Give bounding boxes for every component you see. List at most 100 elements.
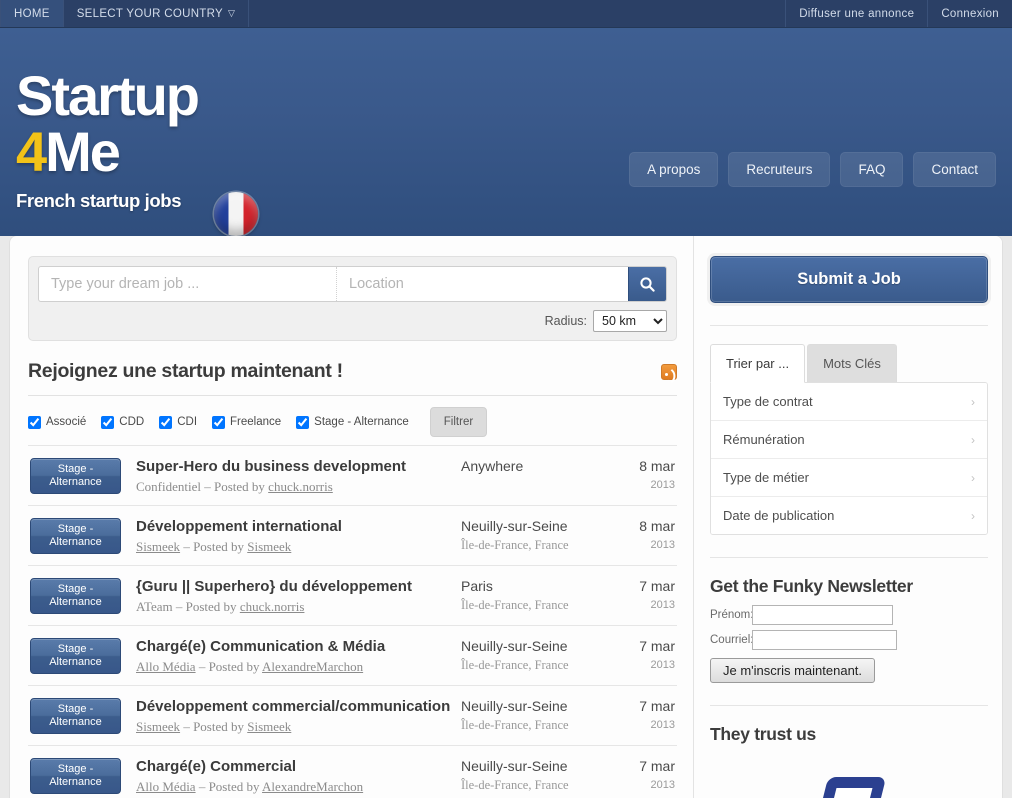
job-author[interactable]: chuck.norris [268,479,333,494]
filter-checkbox-cdd-input[interactable] [101,415,115,429]
chevron-down-icon: ▽ [228,8,236,18]
nav-select-country-label: SELECT YOUR COUNTRY [76,7,223,20]
search-button[interactable] [628,267,666,301]
job-type-badge: Stage - Alternance [30,578,121,614]
job-title[interactable]: Chargé(e) Commercial [136,757,453,776]
accordion-label: Type de contrat [723,394,813,409]
rss-icon[interactable] [661,363,677,380]
accordion-item-date-de-publication[interactable]: Date de publication › [711,497,987,534]
header-nav-contact[interactable]: Contact [913,152,996,187]
job-company[interactable]: Allo Média [136,659,196,674]
radius-select[interactable]: 50 km [593,310,667,332]
job-author[interactable]: Sismeek [247,719,291,734]
job-region: Île-de-France, France [461,718,569,732]
header-nav-a-propos[interactable]: A propos [629,152,719,187]
job-region: Île-de-France, France [461,658,569,672]
job-title[interactable]: {Guru || Superhero} du développement [136,577,453,596]
job-posted-prefix: – Posted by [183,539,244,554]
job-info: Chargé(e) Communication & Média Allo Méd… [121,637,461,675]
job-title[interactable]: Chargé(e) Communication & Média [136,637,453,656]
job-date: 7 mar 2013 [613,577,675,611]
listing-header: Rejoignez une startup maintenant ! [28,360,677,396]
filter-checkbox-freelance-input[interactable] [212,415,226,429]
search-location-input[interactable] [337,267,628,301]
newsletter-subscribe-button[interactable]: Je m'inscris maintenant. [710,658,876,683]
header-nav-faq[interactable]: FAQ [840,152,904,187]
top-navbar: HOME SELECT YOUR COUNTRY ▽ Diffuser une … [0,0,1012,28]
table-row[interactable]: Stage - Alternance Développement commerc… [28,685,677,745]
search-job-input[interactable] [39,267,337,301]
submit-job-button[interactable]: Submit a Job [710,256,988,303]
accordion-item-remuneration[interactable]: Rémunération › [711,421,987,459]
job-title[interactable]: Super-Hero du business development [136,457,453,476]
table-row[interactable]: Stage - Alternance Chargé(e) Commercial … [28,745,677,798]
job-date-year: 2013 [650,539,675,551]
sidebar: Submit a Job Trier par ... Mots Clés Typ… [693,236,1002,798]
filter-checkbox-associe-input[interactable] [28,415,41,429]
accordion-label: Rémunération [723,432,805,447]
nav-post-ad[interactable]: Diffuser une annonce [785,0,927,27]
job-company[interactable]: Allo Média [136,779,196,794]
table-row[interactable]: Stage - Alternance Super-Hero du busines… [28,445,677,505]
filter-checkbox-cdd[interactable]: CDD [101,415,144,429]
table-row[interactable]: Stage - Alternance {Guru || Superhero} d… [28,565,677,625]
accordion-label: Date de publication [723,508,835,523]
job-location: Neuilly-sur-Seine Île-de-France, France [461,757,613,793]
job-posted-prefix: – Posted by [198,779,260,794]
job-posted-prefix: – Posted by [183,719,244,734]
job-city: Anywhere [461,458,524,474]
job-company[interactable]: ATeam [136,599,173,614]
job-company[interactable]: Confidentiel [136,479,201,494]
job-title[interactable]: Développement commercial/communication [136,697,453,716]
filter-checkbox-associe[interactable]: Associé [28,415,86,429]
nav-login[interactable]: Connexion [927,0,1012,27]
chevron-right-icon: › [971,508,975,523]
newsletter-firstname-input[interactable] [752,605,893,625]
job-date-day: 8 mar [639,518,675,534]
table-row[interactable]: Stage - Alternance Développement interna… [28,505,677,565]
page-title: Rejoignez une startup maintenant ! [28,360,343,382]
filter-accordion: Type de contrat › Rémunération › Type de… [710,382,988,535]
tab-trier-par[interactable]: Trier par ... [710,344,806,383]
job-author[interactable]: Sismeek [247,539,291,554]
logo-word-me: Me [45,119,121,183]
job-date-day: 8 mar [639,458,675,474]
job-location: Neuilly-sur-Seine Île-de-France, France [461,697,613,733]
accordion-item-type-de-contrat[interactable]: Type de contrat › [711,383,987,421]
job-posted-prefix: – Posted by [175,599,237,614]
job-city: Paris [461,578,493,594]
job-city: Neuilly-sur-Seine [461,518,568,534]
job-company[interactable]: Sismeek [136,719,180,734]
job-author[interactable]: AlexandreMarchon [262,779,363,794]
job-title[interactable]: Développement international [136,517,453,536]
filter-checkbox-stage-input[interactable] [296,415,310,429]
newsletter-email-input[interactable] [752,630,897,650]
job-city: Neuilly-sur-Seine [461,698,568,714]
job-info: Super-Hero du business development Confi… [121,457,461,495]
job-location: Paris Île-de-France, France [461,577,613,613]
top-navbar-right: Diffuser une annonce Connexion [785,0,1012,27]
job-author[interactable]: chuck.norris [240,599,305,614]
job-company[interactable]: Sismeek [136,539,180,554]
filter-checkbox-stage[interactable]: Stage - Alternance [296,415,409,429]
filter-checkbox-cdi-input[interactable] [159,415,173,429]
nav-select-country[interactable]: SELECT YOUR COUNTRY ▽ [64,0,250,27]
site-logo[interactable]: Startup 4Me French startup jobs [16,68,316,212]
filter-checkbox-cdi[interactable]: CDI [159,415,197,429]
filter-checkbox-freelance[interactable]: Freelance [212,415,281,429]
header-nav-recruteurs[interactable]: Recruteurs [728,152,831,187]
chevron-right-icon: › [971,394,975,409]
trust-section: They trust us [710,724,988,798]
accordion-item-type-de-metier[interactable]: Type de métier › [711,459,987,497]
divider [710,557,988,558]
tab-mots-cles[interactable]: Mots Clés [807,344,897,382]
job-list: Stage - Alternance Super-Hero du busines… [28,445,677,798]
france-flag-icon [214,192,258,236]
job-date: 7 mar 2013 [613,757,675,791]
logo-line-4me: 4Me [16,123,316,179]
nav-home[interactable]: HOME [0,0,64,27]
accordion-label: Type de métier [723,470,809,485]
filter-button[interactable]: Filtrer [429,407,488,437]
job-author[interactable]: AlexandreMarchon [262,659,363,674]
table-row[interactable]: Stage - Alternance Chargé(e) Communicati… [28,625,677,685]
